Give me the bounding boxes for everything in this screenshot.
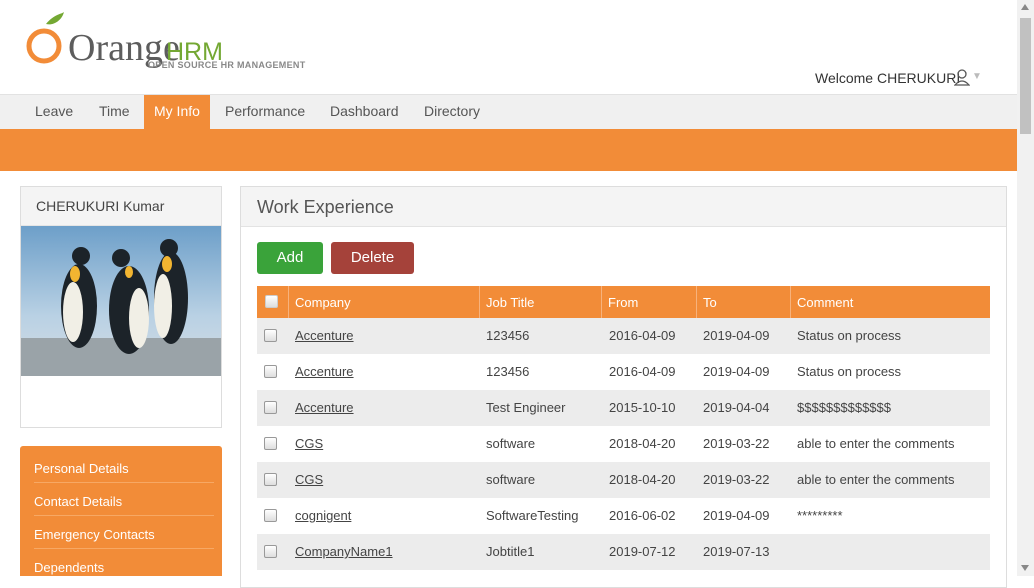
cell-to: 2019-03-22 bbox=[703, 472, 770, 487]
cell-comment: $$$$$$$$$$$$$ bbox=[797, 400, 891, 415]
table-header: Company Job Title From To Comment bbox=[257, 286, 990, 318]
cell-company: CompanyName1 bbox=[295, 534, 393, 570]
scroll-down-arrow-icon[interactable] bbox=[1021, 565, 1029, 571]
nav-item-directory[interactable]: Directory bbox=[411, 95, 493, 130]
cell-from: 2016-06-02 bbox=[609, 508, 676, 523]
cell-from: 2016-04-09 bbox=[609, 328, 676, 343]
select-all-checkbox[interactable] bbox=[265, 295, 278, 308]
sidebar-menu: Personal Details Contact Details Emergen… bbox=[20, 446, 222, 576]
table-row: cognigent SoftwareTesting 2016-06-02 2019-0… bbox=[257, 498, 990, 534]
row-checkbox[interactable] bbox=[264, 401, 277, 414]
column-header-job-title: Job Title bbox=[479, 286, 601, 318]
profile-name: CHERUKURI Kumar bbox=[21, 187, 221, 226]
nav-item-time[interactable]: Time bbox=[86, 95, 143, 130]
cell-to: 2019-04-09 bbox=[703, 328, 770, 343]
sidebar-item-contact-details[interactable]: Contact Details bbox=[34, 483, 214, 516]
column-header-company: Company bbox=[288, 286, 479, 318]
cell-job-title: SoftwareTesting bbox=[486, 508, 579, 523]
cell-job-title: 123456 bbox=[486, 364, 530, 379]
cell-job-title: software bbox=[486, 472, 536, 487]
cell-company: cognigent bbox=[295, 498, 351, 534]
cell-from: 2015-10-10 bbox=[609, 400, 676, 415]
cell-company: CGS bbox=[295, 462, 323, 498]
profile-card: CHERUKURI Kumar bbox=[20, 186, 222, 428]
company-link[interactable]: CGS bbox=[295, 472, 323, 487]
orangehrm-logo[interactable]: Orange HRM OPEN SOURCE HR MANAGEMENT bbox=[24, 12, 324, 74]
cell-comment: able to enter the comments bbox=[797, 472, 955, 487]
cell-comment: Status on process bbox=[797, 328, 902, 343]
cell-from: 2016-04-09 bbox=[609, 364, 676, 379]
vertical-scrollbar[interactable] bbox=[1017, 0, 1034, 576]
delete-button[interactable]: Delete bbox=[331, 242, 414, 274]
row-checkbox[interactable] bbox=[264, 473, 277, 486]
logo-tagline: OPEN SOURCE HR MANAGEMENT bbox=[148, 60, 306, 70]
cell-to: 2019-04-09 bbox=[703, 364, 770, 379]
nav-item-my-info[interactable]: My Info bbox=[144, 95, 210, 130]
cell-company: Accenture bbox=[295, 318, 354, 354]
profile-photo[interactable] bbox=[21, 226, 221, 376]
column-header-from: From bbox=[601, 286, 696, 318]
column-header-to: To bbox=[696, 286, 790, 318]
panel-title: Work Experience bbox=[257, 197, 394, 217]
cell-to: 2019-04-09 bbox=[703, 508, 770, 523]
table-row: Accenture 123456 2016-04-09 2019-04-09 Statu… bbox=[257, 354, 990, 390]
cell-from: 2018-04-20 bbox=[609, 436, 676, 451]
header: Orange HRM OPEN SOURCE HR MANAGEMENT Wel… bbox=[0, 0, 1017, 94]
scroll-up-arrow-icon[interactable] bbox=[1021, 4, 1029, 10]
cell-from: 2019-07-12 bbox=[609, 544, 676, 559]
row-checkbox[interactable] bbox=[264, 437, 277, 450]
row-checkbox[interactable] bbox=[264, 545, 277, 558]
work-experience-panel: Work Experience Add Delete Company Job T… bbox=[240, 186, 1007, 588]
company-link[interactable]: Accenture bbox=[295, 328, 354, 343]
cell-to: 2019-03-22 bbox=[703, 436, 770, 451]
cell-job-title: 123456 bbox=[486, 328, 530, 343]
cell-company: Accenture bbox=[295, 390, 354, 426]
main-nav: Leave Time My Info Performance Dashboard… bbox=[0, 94, 1017, 130]
sidebar-item-dependents[interactable]: Dependents bbox=[34, 549, 214, 581]
cell-comment: Status on process bbox=[797, 364, 902, 379]
cell-job-title: Test Engineer bbox=[486, 400, 566, 415]
row-checkbox[interactable] bbox=[264, 509, 277, 522]
add-button[interactable]: Add bbox=[257, 242, 323, 274]
company-link[interactable]: Accenture bbox=[295, 400, 354, 415]
table-row: CGS software 2018-04-20 2019-03-22 able to e… bbox=[257, 426, 990, 462]
chevron-down-icon[interactable]: ▼ bbox=[972, 71, 982, 82]
company-link[interactable]: CGS bbox=[295, 436, 323, 451]
nav-item-dashboard[interactable]: Dashboard bbox=[317, 95, 412, 130]
panel-header: Work Experience bbox=[241, 187, 1006, 227]
cell-job-title: Jobtitle1 bbox=[486, 544, 535, 559]
cell-comment: ********* bbox=[797, 508, 843, 523]
sidebar-item-personal-details[interactable]: Personal Details bbox=[34, 450, 214, 483]
welcome-link[interactable]: Welcome CHERUKURI bbox=[815, 70, 960, 86]
scroll-thumb[interactable] bbox=[1020, 18, 1031, 134]
cell-to: 2019-04-04 bbox=[703, 400, 770, 415]
orange-fruit-icon bbox=[26, 12, 64, 64]
cell-company: Accenture bbox=[295, 354, 354, 390]
company-link[interactable]: Accenture bbox=[295, 364, 354, 379]
sidebar-item-emergency-contacts[interactable]: Emergency Contacts bbox=[34, 516, 214, 549]
table-row: CompanyName1 Jobtitle1 2019-07-12 2019-07-1… bbox=[257, 534, 990, 570]
cell-comment: able to enter the comments bbox=[797, 436, 955, 451]
cell-from: 2018-04-20 bbox=[609, 472, 676, 487]
nav-item-leave[interactable]: Leave bbox=[22, 95, 86, 130]
table-row: Accenture Test Engineer 2015-10-10 2019-04-… bbox=[257, 390, 990, 426]
cell-company: CGS bbox=[295, 426, 323, 462]
cell-job-title: software bbox=[486, 436, 536, 451]
subnav-band bbox=[0, 129, 1017, 171]
nav-item-performance[interactable]: Performance bbox=[212, 95, 318, 130]
cell-to: 2019-07-13 bbox=[703, 544, 770, 559]
row-checkbox[interactable] bbox=[264, 329, 277, 342]
table-row: CGS software 2018-04-20 2019-03-22 able to e… bbox=[257, 462, 990, 498]
table-row: Accenture 123456 2016-04-09 2019-04-09 Statu… bbox=[257, 318, 990, 354]
user-icon[interactable] bbox=[954, 68, 970, 86]
company-link[interactable]: cognigent bbox=[295, 508, 351, 523]
column-header-comment: Comment bbox=[790, 286, 990, 318]
row-checkbox[interactable] bbox=[264, 365, 277, 378]
company-link[interactable]: CompanyName1 bbox=[295, 544, 393, 559]
